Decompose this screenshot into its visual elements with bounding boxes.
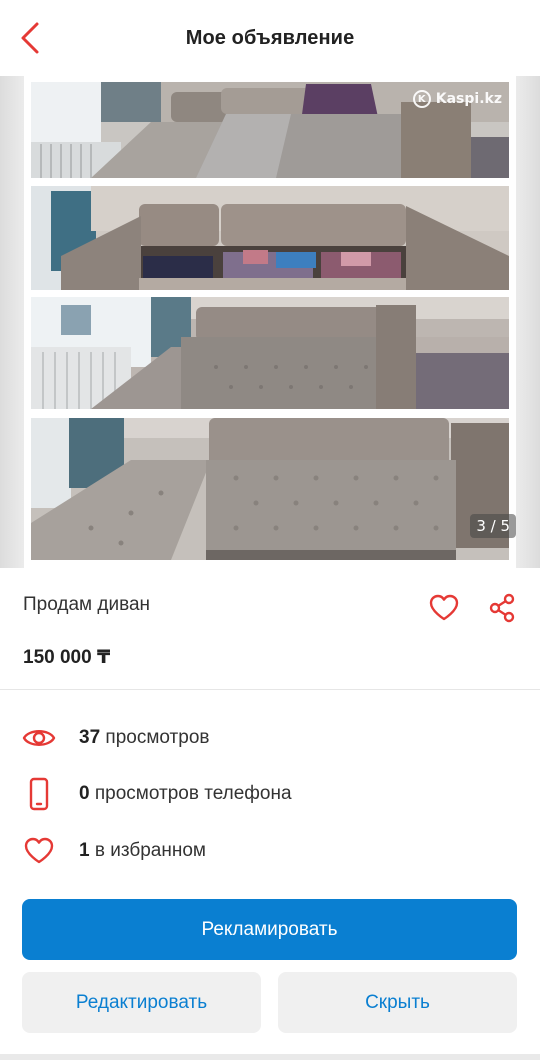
- stat-phone-label: просмотров телефона: [94, 783, 292, 804]
- stat-views-label: просмотров: [105, 727, 210, 748]
- bottom-edge: [0, 1054, 540, 1060]
- stat-favorites-label: в избранном: [94, 840, 206, 861]
- phone-icon: [22, 777, 56, 811]
- eye-icon: [22, 721, 56, 755]
- favorite-button[interactable]: [428, 592, 460, 624]
- stat-views: 37 просмотров: [0, 718, 540, 758]
- stat-favorites-count: 1: [79, 840, 90, 861]
- hide-button[interactable]: Скрыть: [278, 972, 517, 1033]
- watermark-text: Kaspi.kz: [435, 91, 502, 107]
- share-button[interactable]: [486, 592, 518, 624]
- ad-price: 150 000 ₸: [23, 647, 111, 668]
- stat-favorites-text: 1 в избранном: [79, 840, 206, 862]
- stat-phone-views: 0 просмотров телефона: [0, 774, 540, 814]
- heart-outline-icon: [429, 594, 459, 621]
- stat-phone-count: 0: [79, 783, 90, 804]
- photo-gallery[interactable]: K Kaspi.kz 3 / 5: [0, 76, 540, 568]
- stat-phone-text: 0 просмотров телефона: [79, 783, 292, 805]
- back-button[interactable]: [12, 20, 48, 56]
- ad-info: Продам диван 150 000 ₸: [0, 568, 540, 690]
- photo-panel-4: [31, 418, 509, 560]
- stat-views-count: 37: [79, 727, 101, 748]
- chevron-left-icon: [21, 22, 39, 54]
- kaspi-logo-icon: K: [412, 90, 431, 108]
- ad-title: Продам диван: [23, 594, 151, 615]
- photo-counter: 3 / 5: [470, 514, 516, 538]
- promote-button[interactable]: Рекламировать: [22, 899, 517, 960]
- edit-button[interactable]: Редактировать: [22, 972, 261, 1033]
- listing-photo[interactable]: K Kaspi.kz 3 / 5: [24, 76, 516, 568]
- watermark: K Kaspi.kz: [412, 90, 502, 108]
- photo-panel-3: [31, 297, 509, 409]
- page-title: Мое объявление: [185, 26, 355, 49]
- stat-views-text: 37 просмотров: [79, 727, 210, 749]
- share-icon: [489, 593, 515, 623]
- photo-panel-2: [31, 186, 509, 290]
- heart-icon: [22, 834, 56, 868]
- header-bar: Мое объявление: [0, 0, 540, 76]
- divider: [0, 689, 540, 690]
- stat-favorites: 1 в избранном: [0, 831, 540, 871]
